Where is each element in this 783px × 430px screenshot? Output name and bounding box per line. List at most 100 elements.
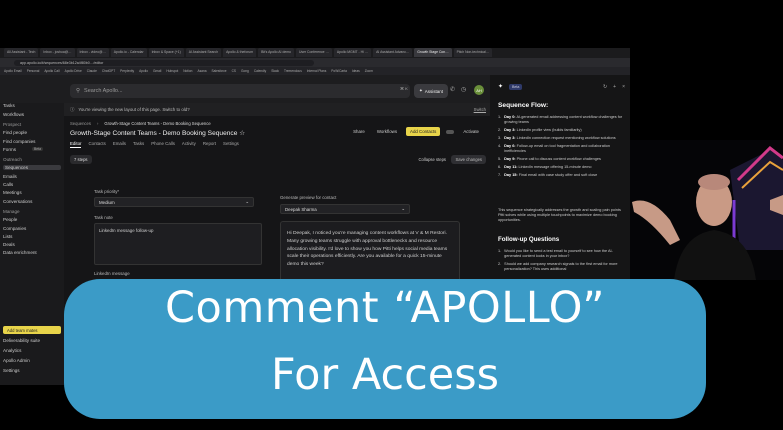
tab-report[interactable]: Report bbox=[203, 141, 216, 148]
bookmark-item[interactable]: Apollo Drive bbox=[65, 69, 82, 73]
browser-tab[interactable]: Pitch Non-technical… bbox=[453, 48, 493, 57]
sidebar-item-tasks[interactable]: Tasks bbox=[3, 103, 15, 108]
tab-settings[interactable]: Settings bbox=[223, 141, 239, 148]
bookmark-item[interactable]: Apollo bbox=[139, 69, 148, 73]
task-priority-label: Task priority* bbox=[94, 189, 120, 194]
url-field[interactable]: app.apollo.io/#/sequences/68e3b12a4f80b0… bbox=[14, 59, 314, 66]
bookmark-item[interactable]: Asana bbox=[197, 69, 206, 73]
search-shortcut: ⌘ K bbox=[400, 86, 408, 91]
sidebar-item-emails[interactable]: Emails bbox=[3, 174, 17, 179]
sidebar-item-find-companies[interactable]: Find companies bbox=[3, 139, 35, 144]
bookmark-item[interactable]: Gmail bbox=[153, 69, 161, 73]
sidebar-item-deliverability-suite[interactable]: Deliverability suite bbox=[3, 338, 40, 343]
sequence-step-item: 3. Day 3: LinkedIn connection request men… bbox=[498, 136, 624, 141]
bookmark-item[interactable]: Zoom bbox=[365, 69, 373, 73]
presenter-image bbox=[630, 140, 783, 280]
task-priority-select[interactable]: Medium ⌄ bbox=[94, 197, 254, 207]
collapse-steps-button[interactable]: Collapse steps bbox=[419, 157, 446, 162]
bookmark-item[interactable]: Salesforce bbox=[212, 69, 227, 73]
presenter-webcam bbox=[630, 140, 783, 280]
browser-tab[interactable]: AI Assistant Advanc… bbox=[373, 48, 413, 57]
sidebar-item-sequences[interactable]: Sequences bbox=[3, 165, 61, 171]
switch-layout-link[interactable]: Switch bbox=[474, 107, 486, 112]
bookmark-item[interactable]: Notion bbox=[183, 69, 192, 73]
bookmark-item[interactable]: CS bbox=[232, 69, 236, 73]
bookmark-item[interactable]: Claude bbox=[87, 69, 97, 73]
follow-up-item[interactable]: 1. Would you like to send a test email to… bbox=[498, 249, 624, 259]
tab-phone-calls[interactable]: Phone Calls bbox=[151, 141, 175, 148]
save-changes-button[interactable]: Save changes bbox=[451, 155, 486, 164]
bookmark-item[interactable]: Personal bbox=[27, 69, 40, 73]
close-icon[interactable]: × bbox=[622, 84, 625, 90]
assistant-button[interactable]: ✦ Assistant bbox=[414, 84, 449, 98]
tab-editor[interactable]: Editor bbox=[70, 141, 82, 148]
bookmark-item[interactable]: Slack bbox=[271, 69, 279, 73]
bookmark-item[interactable]: Hubspot bbox=[166, 69, 178, 73]
preview-contact-value: Deepak Sharma bbox=[285, 206, 317, 212]
workflows-button[interactable]: Workflows bbox=[374, 127, 400, 136]
bookmark-item[interactable]: Ideas bbox=[352, 69, 360, 73]
browser-tab[interactable]: User Conference … bbox=[295, 48, 332, 57]
breadcrumb-sequences[interactable]: Sequences bbox=[70, 121, 91, 126]
sidebar-item-lists[interactable]: Lists bbox=[3, 234, 12, 239]
add-contacts-button[interactable]: Add Contacts bbox=[406, 127, 441, 136]
browser-tab[interactable]: All Assistant - Tech bbox=[4, 48, 39, 57]
tab-activity[interactable]: Activity bbox=[182, 141, 196, 148]
browser-tab[interactable]: AI Assistant Search bbox=[185, 48, 222, 57]
browser-tab[interactable]: Inbox & Space (+1) bbox=[148, 48, 184, 57]
sidebar-item-deals[interactable]: Deals bbox=[3, 242, 15, 247]
tab-tasks[interactable]: Tasks bbox=[133, 141, 144, 148]
sidebar-item-analytics[interactable]: Analytics bbox=[3, 348, 21, 353]
browser-tab[interactable]: Inbox - joshua@… bbox=[40, 48, 75, 57]
bookmark-item[interactable]: Tremendous bbox=[284, 69, 302, 73]
sidebar-item-conversations[interactable]: Conversations bbox=[3, 199, 32, 204]
sidebar-item-calls[interactable]: Calls bbox=[3, 182, 13, 187]
bookmark-item[interactable]: Apollo Call bbox=[44, 69, 59, 73]
browser-tab[interactable]: Inbox - video@… bbox=[76, 48, 109, 57]
step-day: Day 15: bbox=[504, 173, 518, 177]
preview-contact-select[interactable]: Deepak Sharma ⌄ bbox=[280, 204, 410, 214]
sidebar-item-apollo-admin[interactable]: Apollo Admin bbox=[3, 358, 30, 363]
add-teammates-button[interactable]: Add team mates bbox=[3, 326, 61, 334]
steps-filter[interactable]: 7 steps bbox=[70, 155, 92, 164]
browser-tab[interactable]: Bit's Apollo AI demo bbox=[258, 48, 294, 57]
share-button[interactable]: Share bbox=[350, 127, 368, 136]
task-note-field[interactable]: LinkedIn message follow-up bbox=[94, 223, 262, 265]
new-chat-icon[interactable]: + bbox=[613, 84, 616, 90]
sidebar-item-people[interactable]: People bbox=[3, 217, 17, 222]
step-text: Follow-up email on tool fragmentation an… bbox=[504, 144, 610, 153]
bookmark-item[interactable]: Perplexity bbox=[120, 69, 134, 73]
search-input[interactable]: ⚲ Search Apollo... bbox=[70, 84, 410, 98]
browser-url-bar[interactable]: app.apollo.io/#/sequences/68e3b12a4f80b0… bbox=[0, 58, 630, 67]
sidebar-item-companies[interactable]: Companies bbox=[3, 226, 26, 231]
browser-tab[interactable]: Apollo MGMT - Hi … bbox=[333, 48, 372, 57]
sidebar-item-label: Tasks bbox=[3, 103, 15, 109]
sidebar-item-settings[interactable]: Settings bbox=[3, 368, 20, 373]
follow-up-item[interactable]: 2. Should we add company research signals… bbox=[498, 262, 624, 272]
sidebar-item-data-enrichment[interactable]: Data enrichment bbox=[3, 250, 37, 255]
help-icon[interactable]: ◷ bbox=[461, 86, 466, 93]
browser-tab[interactable]: Growth Stage Con… bbox=[414, 48, 452, 57]
star-icon[interactable]: ☆ bbox=[239, 130, 245, 137]
follow-up-number: 1. bbox=[498, 249, 502, 253]
history-icon[interactable]: ↻ bbox=[603, 84, 607, 90]
sidebar-item-label: Workflows bbox=[3, 111, 25, 117]
bookmark-item[interactable]: ChatGPT bbox=[102, 69, 115, 73]
tab-emails[interactable]: Emails bbox=[113, 141, 126, 148]
bookmark-item[interactable]: Calendly bbox=[254, 69, 266, 73]
bookmark-item[interactable]: Apollo Email bbox=[4, 69, 22, 73]
sidebar-item-workflows[interactable]: Workflows bbox=[3, 112, 24, 117]
sidebar-item-meetings[interactable]: Meetings bbox=[3, 190, 22, 195]
activate-toggle[interactable] bbox=[446, 129, 455, 134]
tab-contacts[interactable]: Contacts bbox=[88, 141, 105, 148]
sidebar-item-find-people[interactable]: Find people bbox=[3, 130, 27, 135]
sidebar-item-forms[interactable]: Forms Beta bbox=[3, 147, 43, 152]
browser-tab[interactable]: Apollo.io - Calendar bbox=[110, 48, 147, 57]
avatar[interactable]: AH bbox=[474, 85, 484, 95]
phone-icon[interactable]: ✆ bbox=[450, 86, 455, 93]
bookmark-item[interactable]: Internal Plans bbox=[307, 69, 327, 73]
browser-tab[interactable]: Apollo & theforum bbox=[223, 48, 257, 57]
bookmark-item[interactable]: PoW/Carta bbox=[331, 69, 347, 73]
sequence-actions: Share Workflows Add Contacts Activate bbox=[350, 127, 482, 136]
bookmark-item[interactable]: Gong bbox=[241, 69, 249, 73]
